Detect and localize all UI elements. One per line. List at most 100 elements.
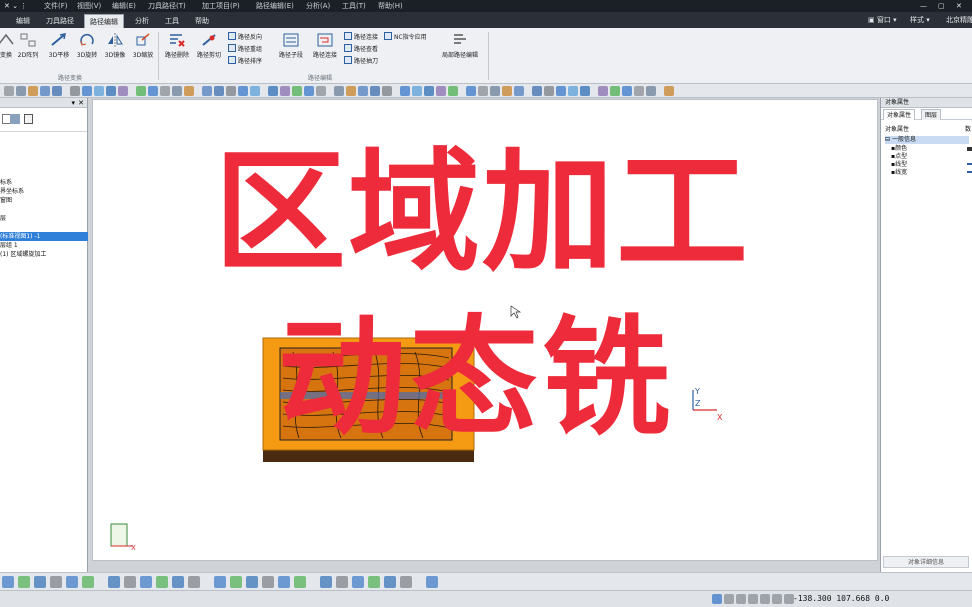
toolbar-button[interactable] bbox=[610, 86, 620, 96]
toolbar-button[interactable] bbox=[664, 86, 674, 96]
array-button[interactable]: 2D阵列 bbox=[16, 32, 40, 59]
toolbar-button[interactable] bbox=[490, 86, 500, 96]
view-toolbar-button[interactable] bbox=[320, 576, 332, 588]
tree-item-selected[interactable]: (标准视图1) -1 bbox=[0, 232, 88, 241]
menu-project[interactable]: 加工项目(P) bbox=[202, 0, 240, 12]
tab-tools[interactable]: 工具 bbox=[160, 14, 184, 28]
app-icon[interactable]: ✕ ⌄ ⋮ bbox=[4, 0, 27, 12]
toolbar-button[interactable] bbox=[94, 86, 104, 96]
tree-item[interactable]: 窗图 bbox=[0, 196, 88, 205]
delete-path-button[interactable]: 路径删除 bbox=[162, 32, 192, 59]
view-toolbar-button[interactable] bbox=[214, 576, 226, 588]
transform-button[interactable]: 变换 bbox=[0, 32, 16, 59]
view-toolbar-button[interactable] bbox=[262, 576, 274, 588]
cut-path-button[interactable]: 路径剪切 bbox=[194, 32, 224, 59]
toolbar-button[interactable] bbox=[184, 86, 194, 96]
reverse-path-button[interactable]: 路径反向 bbox=[228, 32, 262, 42]
toolbar-button[interactable] bbox=[424, 86, 434, 96]
view-toolbar-button[interactable] bbox=[352, 576, 364, 588]
toolbar-button[interactable] bbox=[268, 86, 278, 96]
property-row-line-type[interactable]: ▪线型 bbox=[891, 161, 907, 169]
toolbar-button[interactable] bbox=[346, 86, 356, 96]
toolbar-button[interactable] bbox=[646, 86, 656, 96]
toolbar-button[interactable] bbox=[238, 86, 248, 96]
view-toolbar-button[interactable] bbox=[50, 576, 62, 588]
toolbar-button[interactable] bbox=[634, 86, 644, 96]
menu-path-edit[interactable]: 路径编辑(E) bbox=[256, 0, 294, 12]
toolbar-button[interactable] bbox=[544, 86, 554, 96]
tab-toolpath[interactable]: 刀具路径 bbox=[42, 14, 78, 28]
toolbar-button[interactable] bbox=[316, 86, 326, 96]
tab-analysis[interactable]: 分析 bbox=[130, 14, 154, 28]
view-toolbar-button[interactable] bbox=[426, 576, 438, 588]
toolbar-button[interactable] bbox=[334, 86, 344, 96]
close-icon[interactable]: ✕ bbox=[956, 0, 962, 12]
menu-analysis[interactable]: 分析(A) bbox=[306, 0, 330, 12]
local-edit-button[interactable]: 局部路径编辑 bbox=[436, 32, 484, 59]
toolbar-button[interactable] bbox=[4, 86, 14, 96]
pin-icon[interactable]: ▾ bbox=[71, 98, 75, 108]
view-toolbar-button[interactable] bbox=[336, 576, 348, 588]
document-icon[interactable] bbox=[24, 114, 33, 124]
style-menu[interactable]: 样式 ▾ bbox=[910, 12, 930, 28]
retract-path-button[interactable]: 路径抽刀 bbox=[344, 56, 378, 66]
tab-help[interactable]: 帮助 bbox=[190, 14, 214, 28]
toolbar-button[interactable] bbox=[502, 86, 512, 96]
restore-icon[interactable]: ▢ bbox=[938, 0, 945, 12]
tree-item[interactable]: 层 bbox=[0, 214, 88, 223]
close-icon[interactable]: ✕ bbox=[78, 98, 84, 108]
tree-item[interactable] bbox=[0, 205, 88, 214]
view-toolbar-button[interactable] bbox=[124, 576, 136, 588]
view-toolbar-button[interactable] bbox=[18, 576, 30, 588]
toolbar-button[interactable] bbox=[148, 86, 158, 96]
window-menu[interactable]: ▣ 窗口 ▾ bbox=[868, 12, 897, 28]
toolbar-button[interactable] bbox=[106, 86, 116, 96]
toolbar-button[interactable] bbox=[304, 86, 314, 96]
view-toolbar-button[interactable] bbox=[66, 576, 78, 588]
toolbar-button[interactable] bbox=[136, 86, 146, 96]
rotate-3d-button[interactable]: 3D旋转 bbox=[74, 32, 100, 59]
toolbar-button[interactable] bbox=[160, 86, 170, 96]
toolbar-button[interactable] bbox=[382, 86, 392, 96]
linetype-swatch[interactable] bbox=[967, 163, 972, 165]
scale-3d-button[interactable]: 3D缩放 bbox=[130, 32, 156, 59]
toolbar-button[interactable] bbox=[16, 86, 26, 96]
linewidth-swatch[interactable] bbox=[967, 171, 972, 173]
regroup-path-button[interactable]: 路径重组 bbox=[228, 44, 262, 54]
toolbar-button[interactable] bbox=[40, 86, 50, 96]
tree-item[interactable] bbox=[0, 223, 88, 232]
toolbar-button[interactable] bbox=[70, 86, 80, 96]
toolbar-button[interactable] bbox=[580, 86, 590, 96]
toolbar-button[interactable] bbox=[556, 86, 566, 96]
view-toolbar-button[interactable] bbox=[108, 576, 120, 588]
view-toolbar-button[interactable] bbox=[278, 576, 290, 588]
view-toolbar-button[interactable] bbox=[384, 576, 396, 588]
expand-icon[interactable] bbox=[10, 114, 20, 124]
toolbar-button[interactable] bbox=[568, 86, 578, 96]
menu-toolpath[interactable]: 刀具路径(T) bbox=[148, 0, 186, 12]
toolbar-button[interactable] bbox=[400, 86, 410, 96]
toolbar-button[interactable] bbox=[412, 86, 422, 96]
toolbar-button[interactable] bbox=[598, 86, 608, 96]
view-path-button[interactable]: 路径查看 bbox=[344, 44, 378, 54]
toolbar-button[interactable] bbox=[82, 86, 92, 96]
connect-path-button[interactable]: 路径连接 bbox=[344, 32, 378, 42]
sort-path-button[interactable]: 路径排序 bbox=[228, 56, 262, 66]
toolbar-button[interactable] bbox=[280, 86, 290, 96]
status-button[interactable] bbox=[712, 594, 722, 604]
menu-edit[interactable]: 编辑(E) bbox=[112, 0, 136, 12]
menu-file[interactable]: 文件(F) bbox=[44, 0, 68, 12]
connect-path-big-button[interactable]: 路径连接 bbox=[310, 32, 340, 59]
toolbar-button[interactable] bbox=[466, 86, 476, 96]
toolbar-button[interactable] bbox=[622, 86, 632, 96]
status-button[interactable] bbox=[736, 594, 746, 604]
status-button[interactable] bbox=[772, 594, 782, 604]
view-toolbar-button[interactable] bbox=[82, 576, 94, 588]
view-toolbar-button[interactable] bbox=[188, 576, 200, 588]
tab-path-edit[interactable]: 路径编辑 bbox=[84, 14, 124, 28]
view-toolbar-button[interactable] bbox=[246, 576, 258, 588]
toolbar-button[interactable] bbox=[202, 86, 212, 96]
view-toolbar-button[interactable] bbox=[230, 576, 242, 588]
toolbar-button[interactable] bbox=[52, 86, 62, 96]
view-toolbar-button[interactable] bbox=[140, 576, 152, 588]
